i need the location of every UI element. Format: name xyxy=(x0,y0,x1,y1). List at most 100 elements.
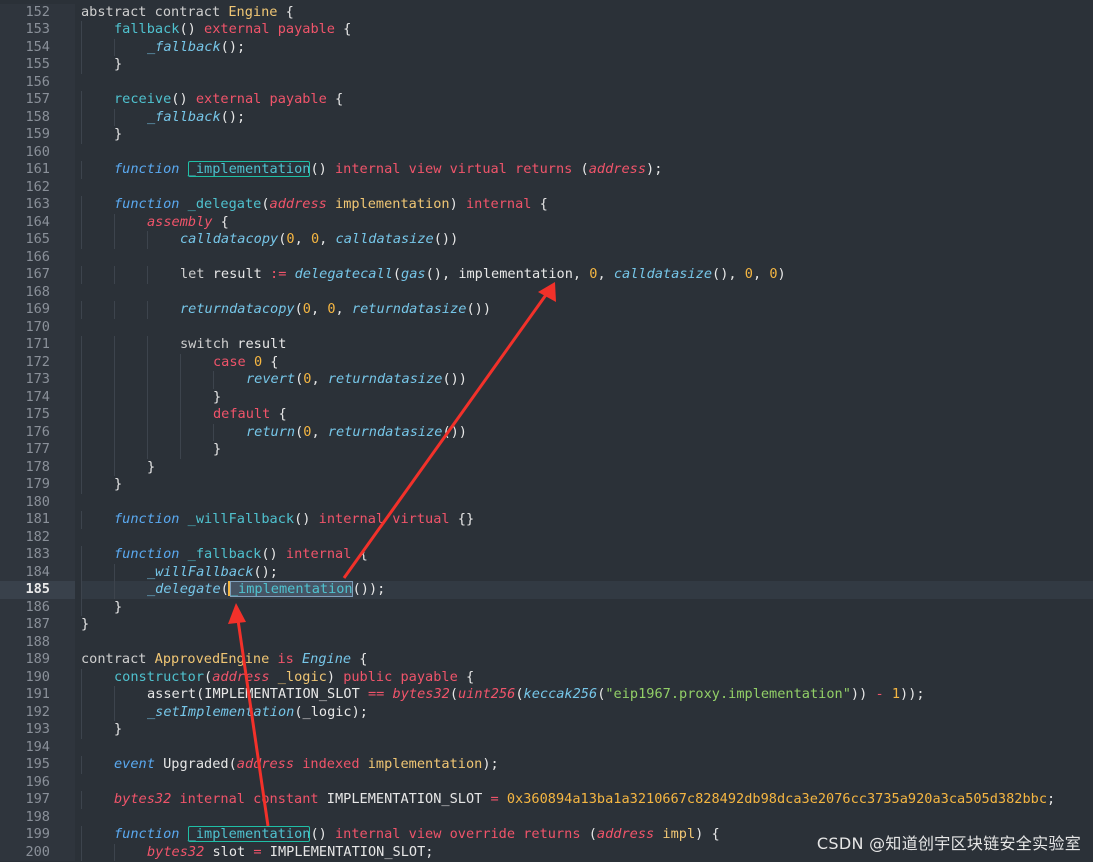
code-line-174[interactable]: 174} xyxy=(0,388,1093,406)
code-text[interactable]: constructor(address _logic) public payab… xyxy=(81,668,1093,686)
code-line-166[interactable]: 166 xyxy=(0,248,1093,267)
code-line-163[interactable]: 163 function _delegate(address implementa… xyxy=(0,196,1093,214)
code-line-191[interactable]: 191 assert(IMPLEMENTATION_SLOT == bytes32… xyxy=(0,686,1093,704)
code-text[interactable]: } xyxy=(81,721,1093,739)
code-text[interactable] xyxy=(81,74,1093,92)
code-line-169[interactable]: 169 returndatacopy(0, 0, returndatasize()… xyxy=(0,301,1093,319)
code-text[interactable] xyxy=(81,249,1093,267)
code-text[interactable]: } xyxy=(81,458,1093,476)
code-line-164[interactable]: 164 assembly { xyxy=(0,213,1093,231)
code-line-178[interactable]: 178} xyxy=(0,458,1093,476)
code-text[interactable]: event Upgraded(address indexed implement… xyxy=(81,756,1093,774)
code-line-181[interactable]: 181 function _willFallback() internal vir… xyxy=(0,511,1093,529)
code-line-180[interactable]: 180 xyxy=(0,493,1093,512)
code-text[interactable]: assert(IMPLEMENTATION_SLOT == bytes32(ui… xyxy=(81,686,1093,704)
code-text[interactable]: function _delegate(address implementatio… xyxy=(81,196,1093,214)
code-line-194[interactable]: 194 xyxy=(0,738,1093,757)
code-line-193[interactable]: 193} xyxy=(0,721,1093,739)
code-line-158[interactable]: 158 _fallback(); xyxy=(0,108,1093,126)
code-line-162[interactable]: 162 xyxy=(0,178,1093,197)
code-line-198[interactable]: 198 xyxy=(0,808,1093,827)
code-text[interactable] xyxy=(81,179,1093,197)
code-text[interactable]: assembly { xyxy=(81,213,1093,231)
code-text[interactable]: let result := delegatecall(gas(), implem… xyxy=(81,266,1093,284)
code-text[interactable]: } xyxy=(81,126,1093,144)
code-line-152[interactable]: 152 abstract contract Engine { xyxy=(0,3,1093,22)
code-line-186[interactable]: 186} xyxy=(0,598,1093,616)
indent-guide xyxy=(81,458,82,476)
code-line-155[interactable]: 155} xyxy=(0,56,1093,74)
code-text[interactable]: fallback() external payable { xyxy=(81,21,1093,39)
code-text[interactable]: returndatacopy(0, 0, returndatasize()) xyxy=(81,301,1093,319)
code-line-173[interactable]: 173 revert(0, returndatasize()) xyxy=(0,371,1093,389)
code-text[interactable]: bytes32 internal constant IMPLEMENTATION… xyxy=(81,791,1093,809)
code-token: (); xyxy=(253,563,278,580)
code-line-161[interactable]: 161 function _implementation() internal v… xyxy=(0,161,1093,179)
code-text[interactable]: abstract contract Engine { xyxy=(81,4,1093,22)
code-text[interactable] xyxy=(81,529,1093,547)
code-line-185[interactable]: 185 _delegate(_implementation()); xyxy=(0,581,1093,599)
code-text[interactable] xyxy=(81,494,1093,512)
code-text[interactable]: function _fallback() internal { xyxy=(81,546,1093,564)
code-line-183[interactable]: 183 function _fallback() internal { xyxy=(0,546,1093,564)
code-text[interactable]: _fallback(); xyxy=(81,38,1093,56)
code-text[interactable]: } xyxy=(81,56,1093,74)
code-line-197[interactable]: 197 bytes32 internal constant IMPLEMENTAT… xyxy=(0,791,1093,809)
code-text[interactable]: _setImplementation(_logic); xyxy=(81,703,1093,721)
code-text[interactable]: _delegate(_implementation()); xyxy=(81,581,1093,599)
code-line-189[interactable]: 189 contract ApprovedEngine is Engine { xyxy=(0,651,1093,669)
code-text[interactable]: _willFallback(); xyxy=(81,563,1093,581)
line-number: 180 xyxy=(0,493,75,511)
code-text[interactable]: contract ApprovedEngine is Engine { xyxy=(81,651,1093,669)
code-text[interactable]: default { xyxy=(81,406,1093,424)
code-line-192[interactable]: 192 _setImplementation(_logic); xyxy=(0,703,1093,721)
code-line-170[interactable]: 170 xyxy=(0,318,1093,337)
code-line-195[interactable]: 195 event Upgraded(address indexed implem… xyxy=(0,756,1093,774)
code-line-167[interactable]: 167 let result := delegatecall(gas(), imp… xyxy=(0,266,1093,284)
code-text[interactable]: case 0 { xyxy=(81,353,1093,371)
code-line-159[interactable]: 159} xyxy=(0,126,1093,144)
code-text[interactable] xyxy=(81,634,1093,652)
code-line-177[interactable]: 177} xyxy=(0,441,1093,459)
code-text[interactable] xyxy=(81,144,1093,162)
code-line-179[interactable]: 179} xyxy=(0,476,1093,494)
code-text[interactable] xyxy=(81,774,1093,792)
code-line-188[interactable]: 188 xyxy=(0,633,1093,652)
code-text[interactable] xyxy=(81,809,1093,827)
code-line-160[interactable]: 160 xyxy=(0,143,1093,162)
code-text[interactable]: function _willFallback() internal virtua… xyxy=(81,511,1093,529)
code-line-171[interactable]: 171 switch result xyxy=(0,336,1093,354)
code-line-153[interactable]: 153 fallback() external payable { xyxy=(0,21,1093,39)
code-editor[interactable]: 152 abstract contract Engine {153 fallback… xyxy=(0,0,1093,862)
code-text[interactable]: receive() external payable { xyxy=(81,91,1093,109)
code-line-172[interactable]: 172 case 0 { xyxy=(0,353,1093,371)
code-line-196[interactable]: 196 xyxy=(0,773,1093,792)
code-text[interactable]: switch result xyxy=(81,336,1093,354)
code-text[interactable]: function _implementation() internal view… xyxy=(81,161,1093,179)
code-line-165[interactable]: 165 calldatacopy(0, 0, calldatasize()) xyxy=(0,231,1093,249)
code-text[interactable] xyxy=(81,284,1093,302)
code-token: _delegate xyxy=(147,581,221,597)
code-text[interactable]: } xyxy=(81,441,1093,459)
code-text[interactable]: } xyxy=(81,598,1093,616)
code-line-154[interactable]: 154 _fallback(); xyxy=(0,38,1093,56)
code-text[interactable]: _fallback(); xyxy=(81,108,1093,126)
code-line-190[interactable]: 190 constructor(address _logic) public pa… xyxy=(0,668,1093,686)
code-line-176[interactable]: 176 return(0, returndatasize()) xyxy=(0,423,1093,441)
code-line-175[interactable]: 175 default { xyxy=(0,406,1093,424)
code-line-187[interactable]: 187} xyxy=(0,616,1093,634)
code-line-168[interactable]: 168 xyxy=(0,283,1093,302)
code-text[interactable] xyxy=(81,739,1093,757)
code-text[interactable]: } xyxy=(81,616,1093,634)
code-line-182[interactable]: 182 xyxy=(0,528,1093,547)
code-token: contract xyxy=(81,651,155,667)
code-line-157[interactable]: 157 receive() external payable { xyxy=(0,91,1093,109)
code-text[interactable] xyxy=(81,319,1093,337)
code-text[interactable]: } xyxy=(81,476,1093,494)
code-text[interactable]: revert(0, returndatasize()) xyxy=(81,371,1093,389)
code-line-156[interactable]: 156 xyxy=(0,73,1093,92)
code-text[interactable]: } xyxy=(81,388,1093,406)
code-line-184[interactable]: 184 _willFallback(); xyxy=(0,563,1093,581)
code-text[interactable]: return(0, returndatasize()) xyxy=(81,423,1093,441)
code-text[interactable]: calldatacopy(0, 0, calldatasize()) xyxy=(81,231,1093,249)
